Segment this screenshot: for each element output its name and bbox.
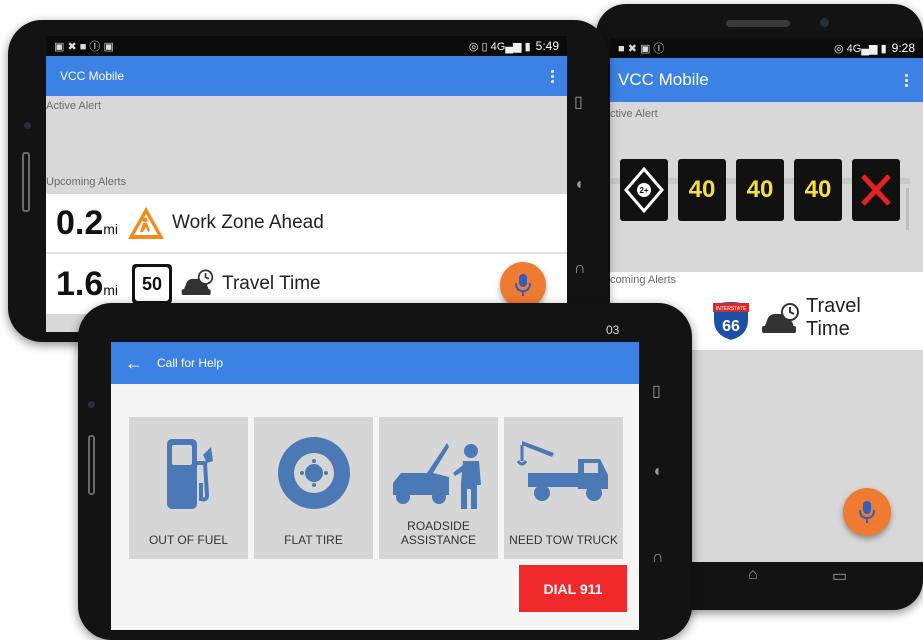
front-camera (820, 18, 829, 27)
active-alert-label: Active Alert (46, 100, 102, 112)
recents-nav-icon[interactable]: ▯ (574, 92, 583, 112)
microphone-icon (515, 274, 531, 296)
tile-label: ROADSIDE ASSISTANCE (400, 519, 477, 547)
app-title: VCC Mobile (60, 69, 125, 83)
red-x-icon (861, 174, 891, 206)
overflow-menu-icon[interactable] (543, 69, 561, 83)
front-phone: ▣ ✖ ■ Ⓘ ▣ ◎ ▯ 4G▄▆ ▮ 5:49 VCC Mobile Act… (8, 20, 608, 342)
hov-diamond-sign: 2+ (620, 159, 668, 221)
dial-911-button[interactable]: DIAL 911 (519, 565, 627, 612)
mechanic-icon (392, 443, 481, 509)
shield-top-text: INTERSTATE (716, 306, 747, 312)
tile-flat-tire[interactable]: FLAT TIRE (254, 417, 373, 559)
side-speaker (88, 435, 95, 495)
notification-icons: ■ ✖ ▣ Ⓘ (618, 43, 665, 55)
front-camera (88, 401, 95, 408)
overflow-menu-icon[interactable] (897, 73, 915, 87)
car-clock-icon (181, 269, 214, 296)
travel-time-line2: Time (806, 318, 850, 340)
status-time: 9:28 (891, 41, 915, 55)
tile-label: NEED TOW TRUCK (509, 533, 618, 547)
side-speaker (22, 152, 30, 212)
speed-limit-value: 50 (135, 267, 170, 301)
alert-row-work-zone[interactable]: 0.2mi Work Zone Ahead (46, 194, 567, 252)
network-icons: ◎ 4G▄▆ ▮ (833, 42, 887, 55)
microphone-icon (859, 501, 875, 523)
home-nav-icon[interactable]: ◖ (574, 176, 584, 194)
voice-mic-button[interactable] (843, 488, 891, 536)
tile-roadside-assistance[interactable]: ROADSIDE ASSISTANCE (379, 417, 498, 559)
hov-diamond-icon: 2+ (624, 166, 664, 214)
speed-limit-sign: 50 (132, 264, 173, 304)
shield-number: 66 (722, 318, 740, 335)
bottom-phone: 03 ← Call for Help OUT OF FUEL FLAT TIRE… (78, 303, 692, 640)
app-bar: VCC Mobile (610, 58, 923, 102)
app-bar: ← Call for Help (111, 342, 639, 384)
tile-need-tow-truck[interactable]: NEED TOW TRUCK (504, 417, 623, 559)
front-screen: ▣ ✖ ■ Ⓘ ▣ ◎ ▯ 4G▄▆ ▮ 5:49 VCC Mobile Act… (46, 36, 567, 332)
back-arrow-icon[interactable]: ← (125, 353, 143, 374)
back-nav-icon[interactable]: ∩ (652, 549, 664, 567)
status-time: 03 (606, 323, 620, 337)
notification-icons: ▣ ✖ ■ Ⓘ ▣ (54, 41, 114, 53)
speaker-grille (726, 20, 790, 27)
tire-icon (277, 437, 350, 509)
upcoming-alerts-label: Upcoming Alerts (46, 176, 127, 188)
recents-nav-icon[interactable]: ▭ (832, 566, 847, 586)
lane-closed-sign (852, 159, 900, 221)
tile-label: OUT OF FUEL (148, 533, 229, 547)
network-icons: ◎ ▯ 4G▄▆ ▮ (468, 40, 531, 53)
upcoming-alerts-label: coming Alerts (610, 274, 677, 286)
help-screen: ← Call for Help OUT OF FUEL FLAT TIRE RO… (111, 342, 639, 630)
tile-out-of-fuel[interactable]: OUT OF FUEL (129, 417, 248, 559)
tow-truck-icon (516, 441, 608, 501)
work-zone-icon (128, 207, 165, 239)
interstate-shield-icon: INTERSTATE 66 (712, 300, 750, 342)
active-alert-label: ctive Alert (610, 108, 658, 120)
travel-time-line1: Travel (806, 295, 861, 317)
app-title: VCC Mobile (618, 70, 709, 89)
alert-distance: 1.6mi (56, 264, 119, 303)
lane-speed-sign-1: 40 (678, 159, 726, 221)
status-time: 5:49 (535, 39, 559, 53)
app-bar: VCC Mobile (46, 56, 567, 96)
svg-text:2+: 2+ (639, 186, 648, 195)
fuel-pump-icon (166, 439, 213, 509)
alert-label: Work Zone Ahead (172, 212, 324, 233)
status-bar: ■ ✖ ▣ Ⓘ ◎ 4G▄▆ ▮ 9:28 (610, 38, 923, 58)
alert-label: Travel Time (222, 273, 321, 294)
scroll-indicator (906, 188, 909, 230)
composite-stage: ■ ✖ ▣ Ⓘ ◎ 4G▄▆ ▮ 9:28 VCC Mobile ctive A… (0, 0, 923, 640)
voice-mic-button[interactable] (500, 262, 546, 308)
home-nav-icon[interactable]: ⌂ (748, 566, 758, 584)
lane-speed-sign-3: 40 (794, 159, 842, 221)
alert-distance: 0.2mi (56, 203, 119, 242)
status-bar: ▣ ✖ ■ Ⓘ ▣ ◎ ▯ 4G▄▆ ▮ 5:49 (46, 36, 567, 56)
front-camera (24, 122, 31, 129)
tile-label: FLAT TIRE (284, 533, 343, 547)
page-title: Call for Help (157, 356, 224, 370)
lane-speed-sign-2: 40 (736, 159, 784, 221)
car-clock-icon (762, 303, 799, 333)
recents-nav-icon[interactable]: ▯ (652, 381, 661, 401)
back-nav-icon[interactable]: ∩ (574, 260, 586, 278)
home-nav-icon[interactable]: ◖ (652, 463, 662, 481)
